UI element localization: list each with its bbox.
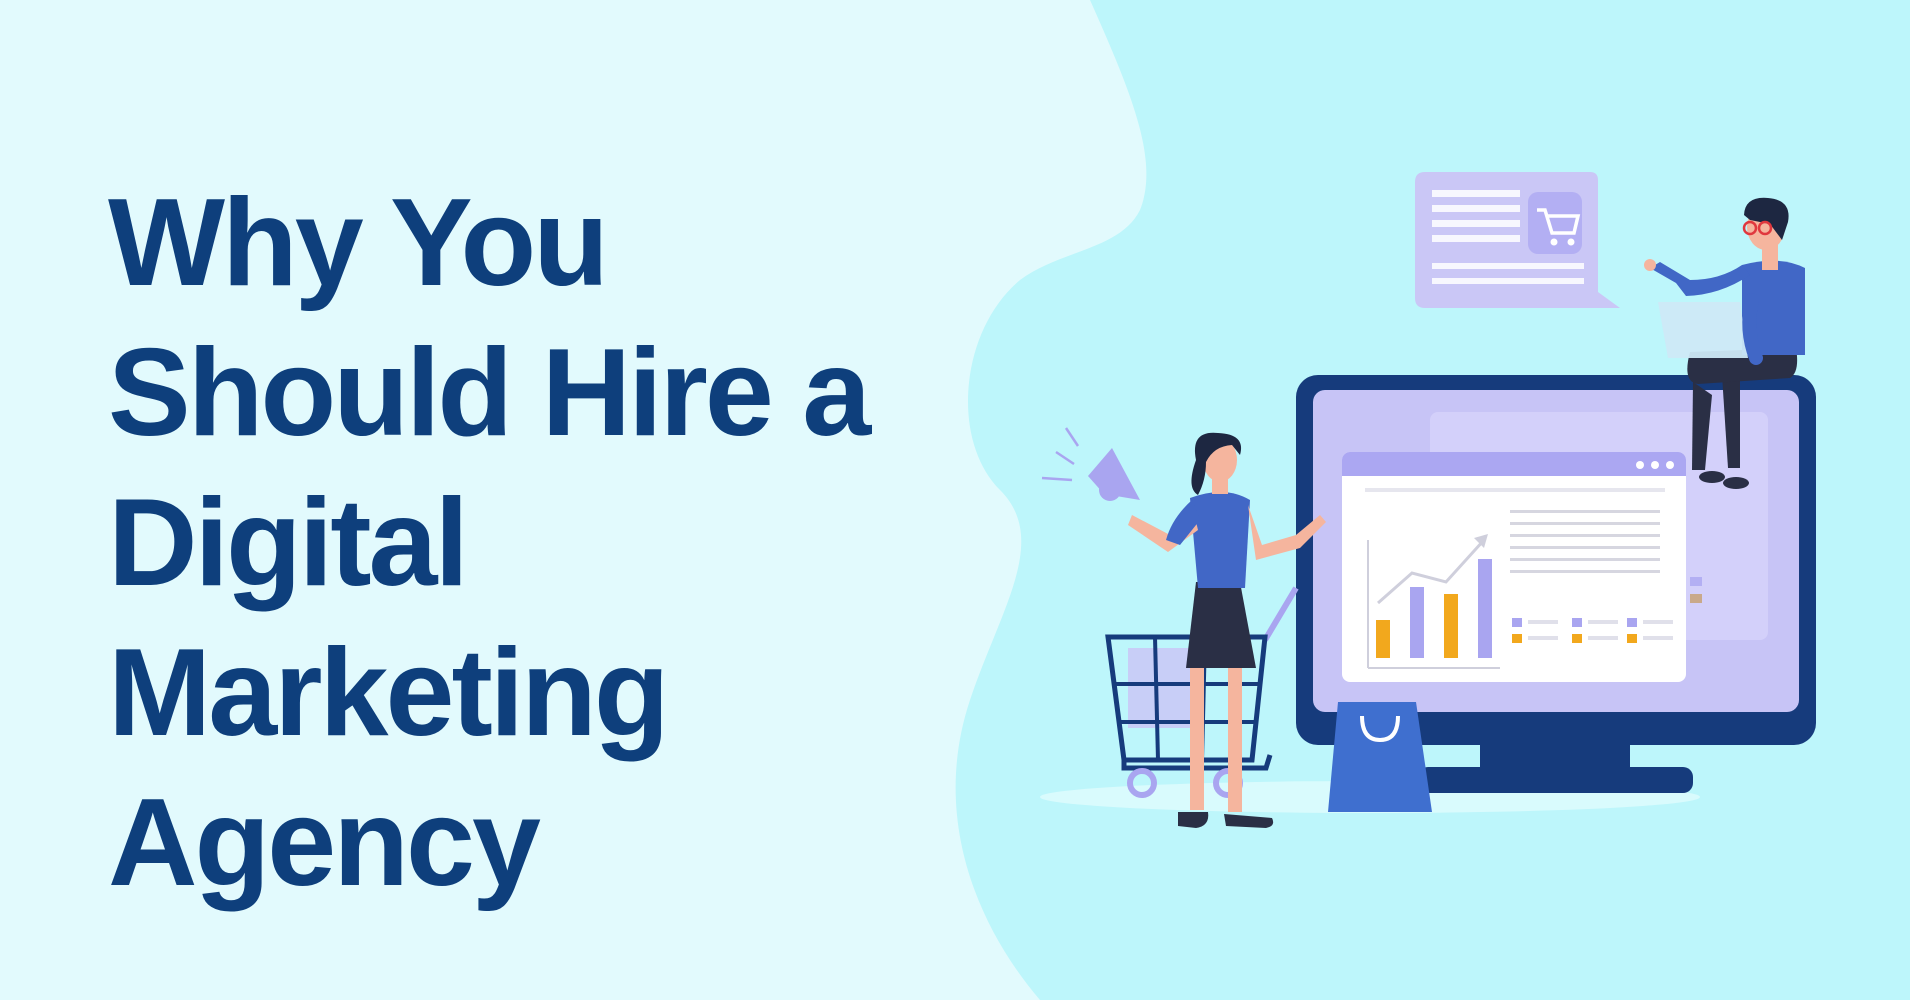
chart-bar: [1410, 587, 1424, 658]
chart-bar: [1376, 620, 1390, 658]
megaphone-icon: [1041, 427, 1140, 501]
marketing-illustration: [1040, 172, 1816, 828]
shopping-bag-icon: [1328, 702, 1432, 812]
chart-bar: [1444, 594, 1458, 658]
chart-bar: [1478, 559, 1492, 658]
shopping-cart-message-icon: [1415, 172, 1620, 308]
